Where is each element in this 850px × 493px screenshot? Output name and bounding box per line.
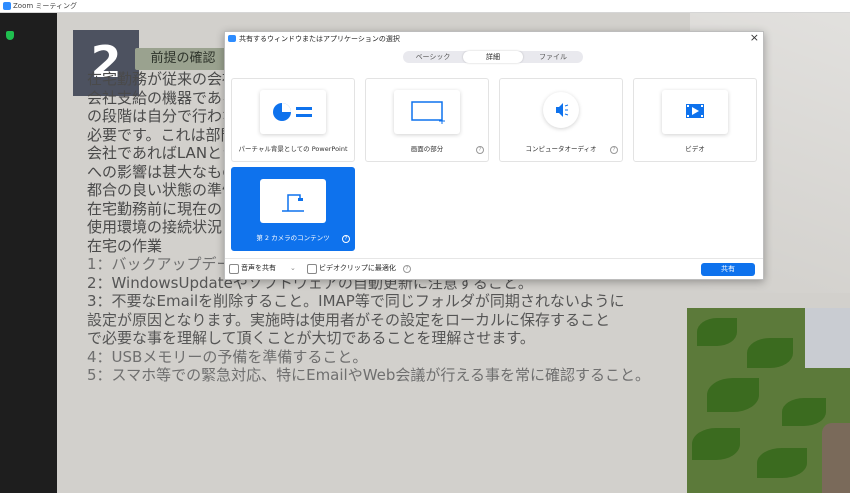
optimize-video-checkbox[interactable] bbox=[307, 264, 317, 274]
zoom-logo-icon bbox=[228, 35, 236, 42]
dialog-footer: 音声を共有 ⌄ ビデオクリップに最適化 ? 共有 bbox=[225, 258, 763, 279]
tab-basic[interactable]: ベーシック bbox=[403, 51, 463, 63]
option-video[interactable]: ビデオ bbox=[633, 78, 757, 162]
powerpoint-background-icon bbox=[273, 103, 312, 121]
share-audio-label: 音声を共有 bbox=[241, 264, 276, 272]
chevron-down-icon[interactable]: ⌄ bbox=[290, 262, 296, 274]
zoom-logo-icon bbox=[3, 2, 11, 10]
help-icon[interactable]: ? bbox=[476, 146, 484, 154]
optimize-video-label: ビデオクリップに最適化 bbox=[319, 264, 396, 272]
option-thumbnail bbox=[260, 90, 326, 134]
help-icon[interactable]: ? bbox=[403, 265, 411, 273]
share-window-dialog: 共有するウィンドウまたはアプリケーションの選択 × ベーシック 詳細 ファイル … bbox=[224, 31, 764, 280]
option-second-camera[interactable]: 第 2 カメラのコンテンツ ? bbox=[231, 167, 355, 251]
close-icon[interactable]: × bbox=[750, 32, 759, 44]
option-label: 第 2 カメラのコンテンツ bbox=[256, 234, 330, 242]
video-icon bbox=[686, 104, 704, 118]
share-audio-checkbox[interactable] bbox=[229, 264, 239, 274]
left-sidebar bbox=[0, 13, 57, 493]
second-camera-icon bbox=[282, 194, 304, 212]
option-thumbnail bbox=[394, 90, 460, 134]
window-titlebar: Zoom ミーティング bbox=[0, 0, 850, 13]
option-label: パーチャル背景としての PowerPoint bbox=[238, 145, 348, 153]
share-button[interactable]: 共有 bbox=[701, 263, 755, 276]
option-powerpoint-background[interactable]: パーチャル背景としての PowerPoint bbox=[231, 78, 355, 162]
help-icon[interactable]: ? bbox=[610, 146, 618, 154]
tab-files[interactable]: ファイル bbox=[523, 51, 583, 63]
option-thumbnail bbox=[260, 179, 326, 223]
dialog-title: 共有するウィンドウまたはアプリケーションの選択 bbox=[239, 35, 400, 43]
option-thumbnail bbox=[662, 90, 728, 134]
tab-advanced[interactable]: 詳細 bbox=[463, 51, 523, 63]
option-thumbnail bbox=[543, 92, 579, 128]
option-screen-portion[interactable]: 画面の部分 ? bbox=[365, 78, 489, 162]
slide-heading: 前提の確認 bbox=[135, 48, 231, 70]
screen-portion-icon bbox=[411, 101, 445, 124]
option-label: ビデオ bbox=[685, 145, 705, 153]
security-shield-icon[interactable] bbox=[6, 31, 14, 40]
window-title: Zoom ミーティング bbox=[13, 2, 77, 10]
option-computer-audio[interactable]: コンピュータオーディオ ? bbox=[499, 78, 623, 162]
help-icon[interactable]: ? bbox=[342, 235, 350, 243]
option-label: コンピュータオーディオ bbox=[525, 145, 597, 153]
option-label: 画面の部分 bbox=[410, 145, 444, 153]
computer-audio-icon bbox=[556, 103, 569, 117]
share-tabs: ベーシック 詳細 ファイル bbox=[403, 51, 583, 63]
participant-video[interactable] bbox=[687, 308, 850, 493]
